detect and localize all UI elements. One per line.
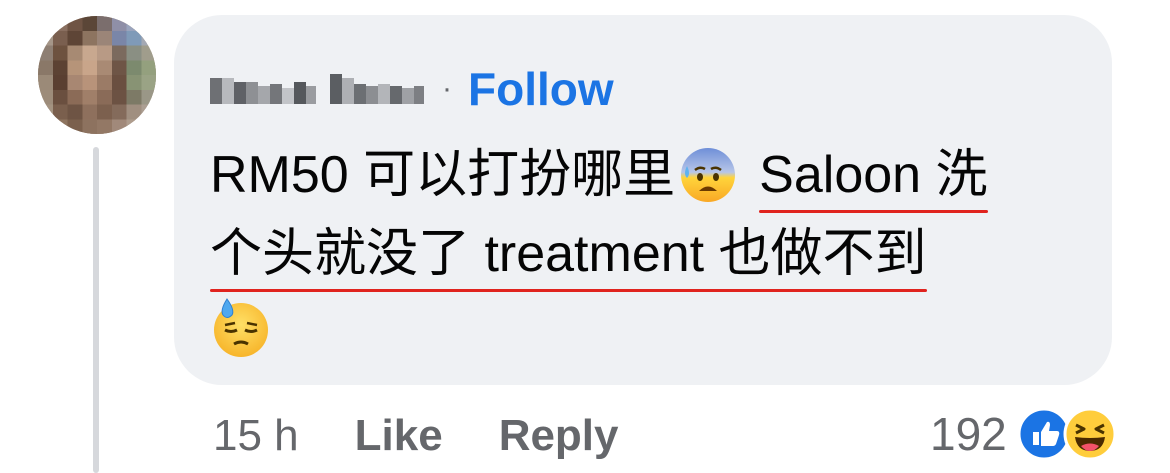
comment-actions: 15 h Like Reply [213,408,619,464]
commenter-name-pixelated[interactable] [210,74,424,104]
reaction-count: 192 [930,408,1007,460]
commenter-avatar[interactable] [38,16,156,134]
underlined-text-segment: Saloon 洗 [759,146,988,213]
separator-dot: · [442,72,452,105]
anxious-face-with-sweat-icon [679,146,737,204]
reaction-summary[interactable]: 192 [930,404,1117,464]
avatar-pixelated-image [38,16,156,134]
like-button[interactable]: Like [355,411,443,461]
haha-icon [1063,407,1117,461]
comment-header: · Follow [210,59,614,119]
reply-thread-line [93,147,99,473]
comment-timestamp[interactable]: 15 h [213,411,299,461]
comment-text: RM50 可以打扮哪里 [210,146,676,204]
comment-text-line-2: 个头就没了 treatment 也做不到 [210,225,927,292]
comment-text-line-3 [210,297,282,359]
comment-bubble: · Follow RM50 可以打扮哪里 Saloon 洗 个头就没了 trea… [174,15,1112,385]
downcast-face-with-sweat-icon [210,297,272,359]
underlined-text-segment: 个头就没了 treatment 也做不到 [210,225,927,292]
reply-button[interactable]: Reply [499,411,619,461]
follow-button[interactable]: Follow [468,66,614,112]
comment-text-line-1: RM50 可以打扮哪里 Saloon 洗 [210,146,988,213]
